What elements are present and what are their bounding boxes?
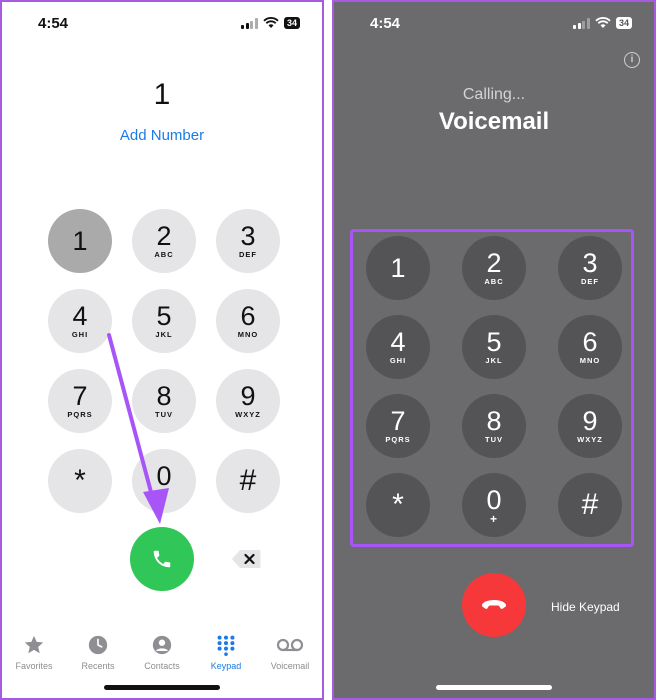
key-hash[interactable]: # (216, 449, 280, 513)
info-icon[interactable]: i (624, 52, 640, 68)
status-time: 4:54 (370, 15, 401, 32)
end-call-button[interactable] (462, 573, 526, 637)
star-icon (23, 634, 45, 656)
key-0[interactable]: 0 + (132, 449, 196, 513)
tab-bar: Favorites Recents Contacts Keypad Voicem… (2, 634, 322, 671)
key-9[interactable]: 9 WXYZ (216, 369, 280, 433)
key-1[interactable]: 1 (48, 209, 112, 273)
key-3[interactable]: 3 DEF (558, 236, 622, 300)
key-0[interactable]: 0 + (462, 473, 526, 537)
key-2[interactable]: 2 ABC (132, 209, 196, 273)
tab-contacts[interactable]: Contacts (130, 634, 194, 671)
tab-voicemail[interactable]: Voicemail (258, 634, 322, 671)
backspace-button[interactable] (231, 549, 261, 574)
battery-indicator: 34 (615, 17, 632, 29)
tab-label: Contacts (144, 661, 180, 671)
contact-name: Voicemail (438, 108, 550, 135)
keypad-screen: 4:54 34 1 Add Number 1 2 ABC 3 DEF 4 GHI (0, 0, 324, 700)
tab-favorites[interactable]: Favorites (2, 634, 66, 671)
key-7[interactable]: 7 PQRS (366, 394, 430, 458)
dialed-number: 1 (153, 78, 171, 111)
key-9[interactable]: 9 WXYZ (558, 394, 622, 458)
status-icons: 34 (241, 17, 300, 29)
keypad-icon (215, 634, 237, 656)
delete-icon (232, 550, 261, 568)
key-7[interactable]: 7 PQRS (48, 369, 112, 433)
cellular-signal-icon (573, 17, 590, 29)
key-6[interactable]: 6 MNO (216, 289, 280, 353)
key-3[interactable]: 3 DEF (216, 209, 280, 273)
status-icons: 34 (573, 17, 632, 29)
tab-label: Favorites (15, 661, 53, 671)
key-star[interactable]: * (366, 473, 430, 537)
key-8[interactable]: 8 TUV (132, 369, 196, 433)
home-indicator (104, 685, 220, 690)
calling-status: Calling... (462, 86, 526, 103)
phone-icon (153, 550, 171, 568)
in-call-screen: 4:54 34 i Calling... Voicemail 1 2 ABC 3… (332, 0, 656, 700)
hide-keypad-button[interactable]: Hide Keypad (551, 600, 620, 614)
key-hash[interactable]: # (558, 473, 622, 537)
call-button[interactable] (130, 527, 194, 591)
person-icon (151, 634, 173, 656)
phone-hangup-icon (481, 600, 507, 609)
key-4[interactable]: 4 GHI (48, 289, 112, 353)
key-5[interactable]: 5 JKL (462, 315, 526, 379)
home-indicator (436, 685, 552, 690)
key-5[interactable]: 5 JKL (132, 289, 196, 353)
tab-recents[interactable]: Recents (66, 634, 130, 671)
battery-indicator: 34 (283, 17, 300, 29)
key-star[interactable]: * (48, 449, 112, 513)
tab-label: Recents (81, 661, 115, 671)
key-8[interactable]: 8 TUV (462, 394, 526, 458)
voicemail-icon (276, 634, 304, 656)
add-number-link[interactable]: Add Number (2, 127, 322, 144)
key-6[interactable]: 6 MNO (558, 315, 622, 379)
key-2[interactable]: 2 ABC (462, 236, 526, 300)
status-time: 4:54 (38, 15, 69, 32)
wifi-icon (263, 17, 279, 28)
key-1[interactable]: 1 (366, 236, 430, 300)
clock-icon (87, 634, 109, 656)
wifi-icon (595, 17, 611, 28)
tab-keypad[interactable]: Keypad (194, 634, 258, 671)
tab-label: Voicemail (270, 661, 310, 671)
key-4[interactable]: 4 GHI (366, 315, 430, 379)
tab-label: Keypad (210, 661, 242, 671)
cellular-signal-icon (241, 17, 258, 29)
